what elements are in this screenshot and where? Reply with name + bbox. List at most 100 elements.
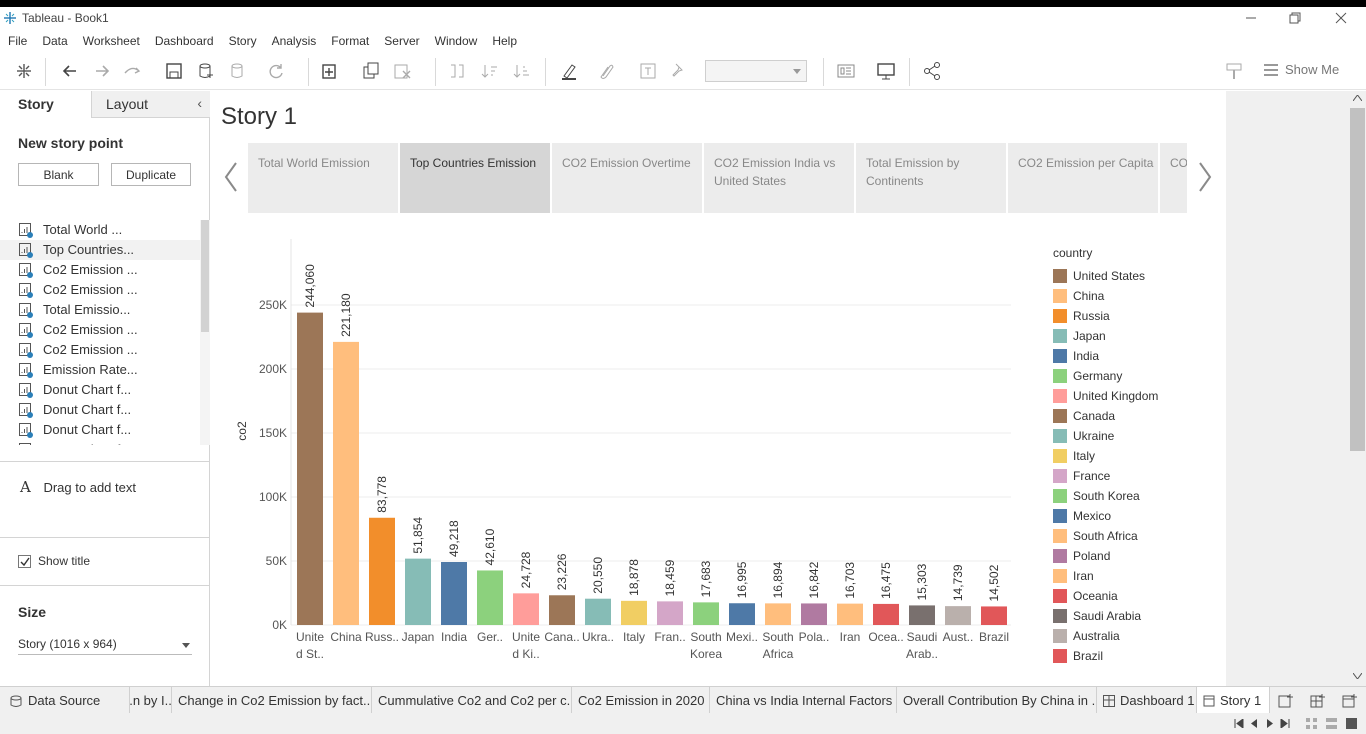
sheet-tab[interactable]: Cummulative Co2 and Co2 per c...: [372, 687, 572, 714]
bar[interactable]: [585, 598, 611, 625]
menu-server[interactable]: Server: [384, 34, 419, 48]
sheet-list-item[interactable]: Donut Chart f...: [0, 440, 200, 445]
swap-rows-columns-icon[interactable]: [447, 61, 467, 81]
menu-worksheet[interactable]: Worksheet: [83, 34, 140, 48]
redo-icon[interactable]: [92, 61, 112, 81]
bar[interactable]: [837, 603, 863, 625]
bar[interactable]: [477, 570, 503, 625]
sheet-list-item[interactable]: Co2 Emission ...: [0, 280, 200, 300]
bar[interactable]: [621, 600, 647, 625]
sheet-list-scrollbar[interactable]: [200, 220, 210, 445]
bar[interactable]: [549, 595, 575, 625]
legend-item[interactable]: Japan: [1053, 326, 1223, 346]
bar[interactable]: [765, 603, 791, 625]
legend-item[interactable]: Australia: [1053, 626, 1223, 646]
menu-file[interactable]: File: [8, 34, 27, 48]
share-icon[interactable]: [922, 61, 942, 81]
bar[interactable]: [513, 593, 539, 625]
legend-item[interactable]: Brazil: [1053, 646, 1223, 666]
scroll-down-icon[interactable]: [1353, 673, 1362, 679]
story-point-7[interactable]: CO2 Emission fac...: [1160, 143, 1187, 213]
blank-button[interactable]: Blank: [18, 163, 99, 186]
sheet-tab[interactable]: China vs India Internal Factors: [710, 687, 897, 714]
tab-layout[interactable]: Layout ‹: [92, 91, 210, 117]
legend-item[interactable]: United States: [1053, 266, 1223, 286]
legend-item[interactable]: Germany: [1053, 366, 1223, 386]
previous-story-point-icon[interactable]: [219, 157, 243, 197]
tabs-view-icon[interactable]: [1346, 718, 1357, 729]
menu-story[interactable]: Story: [229, 34, 257, 48]
duplicate-button[interactable]: Duplicate: [111, 163, 191, 186]
bar[interactable]: [729, 603, 755, 625]
bar[interactable]: [405, 558, 431, 625]
next-sheet-icon[interactable]: [1266, 719, 1274, 728]
sheet-list-item[interactable]: Emission Rate...: [0, 360, 200, 380]
bar[interactable]: [945, 606, 971, 625]
tab-dashboard-1[interactable]: Dashboard 1: [1097, 687, 1197, 714]
restore-button[interactable]: [1272, 7, 1318, 29]
pause-updates-icon[interactable]: [228, 61, 248, 81]
sheet-list-item[interactable]: Top Countries...: [0, 240, 200, 260]
legend-item[interactable]: Ukraine: [1053, 426, 1223, 446]
clear-sheet-icon[interactable]: [393, 61, 413, 81]
story-point-1[interactable]: Total World Emission: [248, 143, 398, 213]
scrollbar-thumb[interactable]: [201, 220, 209, 332]
scroll-up-icon[interactable]: [1353, 95, 1362, 101]
legend-item[interactable]: Iran: [1053, 566, 1223, 586]
replay-animation-icon[interactable]: [122, 61, 142, 81]
bar[interactable]: [297, 312, 323, 625]
bar[interactable]: [873, 603, 899, 625]
sheet-sorter-icon[interactable]: [1306, 718, 1317, 729]
size-dropdown[interactable]: Story (1016 x 964): [18, 633, 192, 655]
sheet-list-item[interactable]: Donut Chart f...: [0, 380, 200, 400]
fix-axes-icon[interactable]: [668, 61, 688, 81]
first-sheet-icon[interactable]: [1234, 719, 1244, 728]
sheet-tab[interactable]: Co2 Emission in 2020: [572, 687, 710, 714]
menu-window[interactable]: Window: [435, 34, 478, 48]
fit-dropdown[interactable]: [705, 60, 807, 82]
bar[interactable]: [693, 602, 719, 625]
sheet-tab[interactable]: ...n by I...: [130, 687, 172, 714]
close-button[interactable]: [1318, 7, 1364, 29]
bar[interactable]: [441, 562, 467, 625]
tableau-home-icon[interactable]: [14, 61, 34, 81]
drag-text-item[interactable]: A Drag to add text: [20, 478, 136, 496]
new-worksheet-icon[interactable]: [1278, 693, 1294, 709]
sheet-list-item[interactable]: Co2 Emission ...: [0, 260, 200, 280]
new-data-source-icon[interactable]: [196, 61, 216, 81]
minimize-button[interactable]: [1228, 7, 1274, 29]
new-dashboard-icon[interactable]: [1310, 693, 1326, 709]
menu-analysis[interactable]: Analysis: [272, 34, 317, 48]
legend-item[interactable]: South Africa: [1053, 526, 1223, 546]
undo-icon[interactable]: [60, 61, 80, 81]
new-story-icon[interactable]: [1342, 693, 1358, 709]
sort-descending-icon[interactable]: [512, 61, 532, 81]
menu-dashboard[interactable]: Dashboard: [155, 34, 214, 48]
menu-format[interactable]: Format: [331, 34, 369, 48]
tab-story-1[interactable]: Story 1: [1197, 687, 1270, 714]
collapse-pane-icon[interactable]: ‹: [197, 95, 202, 111]
legend-item[interactable]: South Korea: [1053, 486, 1223, 506]
show-me-button[interactable]: Show Me: [1263, 62, 1339, 77]
story-point-4[interactable]: CO2 Emission India vs United States: [704, 143, 854, 213]
story-point-6[interactable]: CO2 Emission per Capita: [1008, 143, 1158, 213]
sheet-list-item[interactable]: Total Emissio...: [0, 300, 200, 320]
sheet-tab[interactable]: Overall Contribution By China in ...: [897, 687, 1097, 714]
bar[interactable]: [369, 517, 395, 625]
bar[interactable]: [333, 341, 359, 625]
bar[interactable]: [657, 601, 683, 625]
last-sheet-icon[interactable]: [1280, 719, 1290, 728]
legend-item[interactable]: France: [1053, 466, 1223, 486]
legend-item[interactable]: Mexico: [1053, 506, 1223, 526]
legend-item[interactable]: Italy: [1053, 446, 1223, 466]
paint-format-icon[interactable]: [1224, 61, 1244, 81]
sort-ascending-icon[interactable]: [480, 61, 500, 81]
story-point-5[interactable]: Total Emission by Continents: [856, 143, 1006, 213]
sheet-list-item[interactable]: Co2 Emission ...: [0, 320, 200, 340]
legend-item[interactable]: Saudi Arabia: [1053, 606, 1223, 626]
save-icon[interactable]: [164, 61, 184, 81]
presentation-mode-icon[interactable]: [876, 61, 896, 81]
sheet-list-item[interactable]: Total World ...: [0, 220, 200, 240]
sheet-list-item[interactable]: Donut Chart f...: [0, 420, 200, 440]
show-labels-icon[interactable]: [638, 61, 658, 81]
